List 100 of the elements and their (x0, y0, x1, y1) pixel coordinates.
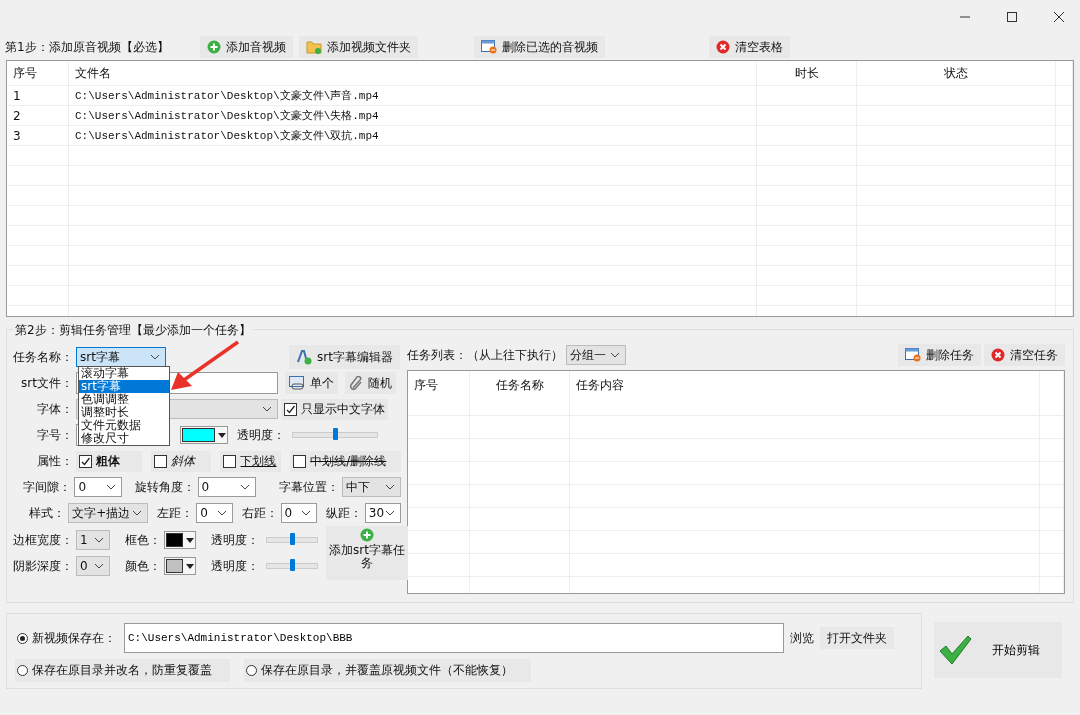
field-label: 字幕位置： (279, 478, 340, 496)
task-button[interactable]: 清空任务 (984, 344, 1065, 366)
srt-button[interactable]: 单个 (285, 372, 338, 394)
field-label: srt文件： (20, 374, 73, 392)
field-label: 左距： (157, 504, 194, 522)
checkbox[interactable]: 中划线/删除线 (290, 450, 401, 472)
paperclip-icon (349, 376, 363, 390)
add-task-button[interactable]: 添加srt字幕任务 (326, 526, 408, 580)
browse-button[interactable]: 浏览 (788, 627, 816, 649)
field-label: 透明度： (211, 557, 259, 575)
clear-icon (991, 348, 1005, 362)
open-folder-button[interactable]: 打开文件夹 (820, 627, 894, 649)
field-label: 字号： (36, 426, 73, 444)
chevron-icon (262, 406, 272, 412)
radio-option[interactable]: 新视频保存在： (15, 627, 118, 649)
start-button[interactable]: 开始剪辑 (934, 622, 1062, 678)
radio-option[interactable]: 保存在原目录并改名，防重复覆盖 (15, 658, 230, 682)
vertical-select[interactable]: 30 (364, 503, 401, 523)
spacing-select[interactable]: 0 (74, 477, 122, 497)
task-name-select[interactable]: srt字幕 (76, 347, 166, 367)
checkmark-icon (79, 455, 91, 467)
position-select[interactable]: 中下 (342, 477, 401, 497)
task-button[interactable]: 删除任务 (898, 344, 981, 366)
chevron-icon (105, 484, 116, 490)
shadow-select[interactable]: 0 (76, 556, 110, 576)
group-select[interactable]: 分组一 (566, 345, 626, 365)
color-picker[interactable] (180, 426, 228, 444)
field-label: 纵距： (325, 504, 362, 522)
dropdown-icon (186, 537, 194, 543)
field-label: 边框宽度： (12, 531, 73, 549)
dropdown-option[interactable]: 调整时长 (79, 406, 169, 419)
folder-icon (306, 40, 322, 54)
border-select[interactable]: 1 (76, 530, 110, 550)
column-header: 文件名 (69, 61, 757, 85)
checkbox[interactable]: 下划线 (220, 450, 282, 472)
field-label: 旋转角度： (134, 478, 195, 496)
field-label: 框色： (125, 531, 161, 549)
chevron-icon (385, 484, 395, 490)
table-cell: C:\Users\Administrator\Desktop\文豪文件\失格.mp4 (69, 106, 757, 125)
chevron-icon (94, 537, 104, 543)
field-label: 颜色： (125, 557, 161, 575)
field-label: 任务名称： (12, 348, 73, 366)
chevron-icon (610, 352, 620, 358)
chevron-icon (150, 354, 160, 360)
field-label: 右距： (241, 504, 278, 522)
chevron-icon (300, 510, 311, 516)
checkbox[interactable]: 斜体 (150, 450, 212, 472)
toolbar-button[interactable]: 删除已选的音视频 (474, 36, 605, 58)
output-path-field[interactable]: C:\Users\Administrator\Desktop\BBB (124, 623, 784, 653)
clear-icon (716, 40, 730, 54)
toolbar-button[interactable]: 添加视频文件夹 (299, 36, 418, 58)
column-header: 状态 (857, 61, 1056, 85)
chevron-icon (385, 510, 395, 516)
window-remove-icon (905, 348, 921, 362)
chevron-icon (216, 510, 227, 516)
task-list-label: 任务列表：（从上往下执行） (407, 346, 563, 364)
group-title: 第2步：剪辑任务管理【最少添加一个任务】 (13, 322, 253, 339)
editor-button[interactable]: srt字幕编辑器 (289, 345, 400, 369)
color-picker[interactable] (164, 531, 196, 549)
dropdown-option[interactable]: 文件元数据 (79, 419, 169, 432)
window-remove-icon (481, 40, 497, 54)
column-header: 任务名称 (470, 371, 570, 415)
checkbox[interactable]: 只显示中文字体 (281, 398, 388, 420)
table-cell: C:\Users\Administrator\Desktop\文豪文件\声音.mp4 (69, 86, 757, 105)
table-cell: C:\Users\Administrator\Desktop\文豪文件\双抗.mp4 (69, 126, 757, 145)
right-select[interactable]: 0 (280, 503, 317, 523)
column-header: 序号 (7, 61, 69, 85)
chevron-icon (132, 510, 143, 516)
dropdown-option[interactable]: srt字幕 (79, 380, 169, 393)
toolbar-button[interactable]: 清空表格 (709, 36, 790, 58)
field-label: 透明度： (211, 531, 259, 549)
field-label: 阴影深度： (12, 557, 73, 575)
close-icon[interactable] (1054, 12, 1064, 22)
step-label: 第1步：添加原音视频【必选】 (5, 38, 170, 56)
column-header: 任务内容 (570, 371, 1040, 415)
column-header: 时长 (757, 61, 857, 85)
left-select[interactable]: 0 (196, 503, 233, 523)
window-link-icon (289, 376, 305, 390)
table-cell: 1 (7, 86, 69, 105)
field-label: 字间隙： (22, 478, 72, 496)
dropdown-option[interactable]: 滚动字幕 (79, 367, 169, 380)
dropdown-option[interactable]: 修改尺寸 (79, 432, 169, 445)
style-select[interactable]: 文字+描边 (68, 503, 149, 523)
chevron-icon (94, 563, 104, 569)
plus-icon (360, 528, 374, 542)
plus-icon (207, 40, 221, 54)
toolbar-button[interactable]: 添加音视频 (200, 36, 293, 58)
checkbox[interactable]: 粗体 (75, 450, 142, 472)
maximize-icon[interactable] (1007, 12, 1017, 22)
radio-option[interactable]: 保存在原目录，并覆盖原视频文件（不能恢复） (244, 658, 531, 682)
dropdown-option[interactable]: 色调调整 (79, 393, 169, 406)
checkmark-icon (938, 634, 972, 666)
field-label: 样式： (28, 504, 66, 522)
field-label: 字体： (36, 400, 73, 418)
checkmark-icon (285, 403, 296, 415)
rotation-select[interactable]: 0 (197, 477, 257, 497)
dropdown-icon (218, 432, 226, 438)
color-picker[interactable] (164, 557, 196, 575)
srt-button[interactable]: 随机 (345, 372, 396, 394)
table-cell: 3 (7, 126, 69, 145)
